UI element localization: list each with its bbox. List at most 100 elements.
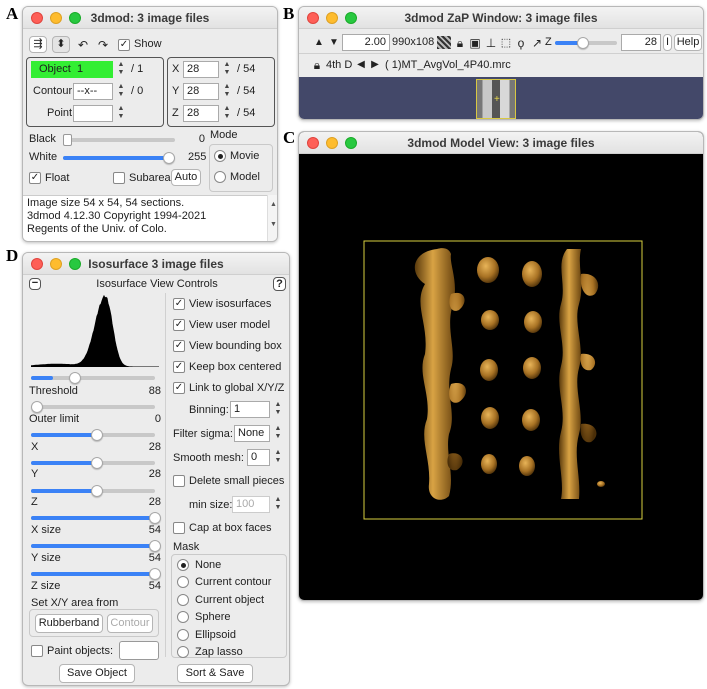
zap-z-field[interactable]: 28 [621,34,661,51]
info-text-area[interactable]: Image size 54 x 54, 54 sections. 3dmod 4… [23,195,267,241]
close-button[interactable] [31,258,43,270]
zap-image-thumbnail: + [476,79,516,119]
undo-icon[interactable]: ↶ [75,37,91,53]
arrow-icon[interactable]: ↗ [529,35,545,51]
min-size-field[interactable]: 100 [232,496,270,513]
zoom-up-icon[interactable]: ▲ [311,35,327,51]
zoom-button[interactable] [345,137,357,149]
outer-limit-slider[interactable] [31,401,155,413]
time-lock-icon[interactable]: 🔒︎ [309,57,325,73]
lock-icon[interactable]: 🔒︎ [452,35,468,51]
keep-box-centered-label: Keep box centered [189,361,282,373]
keep-box-centered-checkbox[interactable]: ✓ [173,361,185,373]
mask-current-contour-radio[interactable] [177,576,189,588]
auto-button[interactable]: Auto [171,169,201,186]
zoom-button[interactable] [69,12,81,24]
zap-time-button[interactable]: I [663,34,672,51]
mask-none-radio[interactable] [177,559,189,571]
close-button[interactable] [31,12,43,24]
point-spinner[interactable]: ▲ ▼ [115,105,127,122]
black-slider[interactable] [63,134,175,146]
mask-current-object-radio[interactable] [177,594,189,606]
y-spinner[interactable]: ▲ ▼ [221,83,233,100]
cap-box-faces-checkbox[interactable] [173,522,185,534]
contour-number-field[interactable]: --x-- [73,83,113,100]
view-bounding-box-checkbox[interactable]: ✓ [173,340,185,352]
delete-small-checkbox[interactable] [173,475,185,487]
view-user-model-checkbox[interactable]: ✓ [173,319,185,331]
zap-image-area[interactable]: + [299,77,703,119]
interpolation-icon[interactable] [437,36,451,49]
filter-sigma-spinner[interactable]: ▲ ▼ [272,425,284,442]
binning-spinner[interactable]: ▲ ▼ [272,401,284,418]
zoom-button[interactable] [69,258,81,270]
binning-field[interactable]: 1 [230,401,270,418]
paint-objects-checkbox[interactable] [31,645,43,657]
close-button[interactable] [307,12,319,24]
info-scrollbar[interactable]: ▲ ▼ [267,195,277,241]
z-size-slider[interactable] [31,568,161,580]
info-window-titlebar[interactable]: 3dmod: 3 image files [23,7,277,29]
isosurface-titlebar[interactable]: Isosurface 3 image files [23,253,289,275]
redo-icon[interactable]: ↷ [95,37,111,53]
contour-spinner[interactable]: ▲ ▼ [115,83,127,100]
float-checkbox[interactable]: ✓ [29,172,41,184]
rubberband-icon[interactable]: ⬚ [498,35,514,51]
panel-letter-c: C [283,128,296,147]
z-slider[interactable] [31,485,155,497]
show-checkbox[interactable]: ✓ [118,39,130,51]
zap-window-titlebar[interactable]: 3dmod ZaP Window: 3 image files [299,7,703,29]
point-number-field[interactable] [73,105,113,122]
mask-ellipsoid-radio[interactable] [177,629,189,641]
smooth-mesh-field[interactable]: 0 [247,449,270,466]
centering-icon[interactable]: ▣ [467,35,483,51]
y-slider[interactable] [31,457,155,469]
sort-save-button[interactable]: Sort & Save [177,664,253,683]
x-size-slider[interactable] [31,512,161,524]
filter-sigma-field[interactable]: None [234,425,270,442]
movie-radio[interactable] [214,150,226,162]
y-field[interactable]: 28 [183,83,219,100]
minimize-button[interactable] [50,258,62,270]
model-radio[interactable] [214,171,226,183]
x-spinner[interactable]: ▲ ▼ [221,61,233,78]
minimize-button[interactable] [50,12,62,24]
help-button[interactable]: Help [674,34,702,51]
paint-color-swatch[interactable] [119,641,159,660]
view-isosurfaces-checkbox[interactable]: ✓ [173,298,185,310]
close-button[interactable] [307,137,319,149]
z-spinner[interactable]: ▲ ▼ [221,105,233,122]
mask-zap-lasso-radio[interactable] [177,646,189,658]
z-field[interactable]: 28 [183,105,219,122]
white-slider[interactable] [63,152,175,164]
keep-centered-icon[interactable]: ⊥ [483,35,499,51]
movie-snapshot-button[interactable]: ⇶ [29,36,47,53]
lasso-icon[interactable]: ϙ [513,35,529,51]
raise-windows-button[interactable]: ⬍ [52,36,70,53]
y-size-label: Y size [31,552,61,564]
model-view-titlebar[interactable]: 3dmod Model View: 3 image files [299,132,703,154]
zoom-field[interactable]: 2.00 [342,34,390,51]
zoom-down-icon[interactable]: ▼ [326,35,342,51]
y-size-slider[interactable] [31,540,161,552]
isosurface-render[interactable] [299,154,704,601]
help-question-button[interactable]: ? [273,277,286,291]
x-field[interactable]: 28 [183,61,219,78]
zoom-button[interactable] [345,12,357,24]
next-time-icon[interactable]: ▶ [367,57,383,73]
x-slider[interactable] [31,429,155,441]
smooth-mesh-spinner[interactable]: ▲ ▼ [272,449,284,466]
minimize-button[interactable] [326,12,338,24]
min-size-spinner[interactable]: ▲ ▼ [272,496,284,513]
subarea-checkbox[interactable] [113,172,125,184]
object-number-field[interactable]: 1 [73,61,113,78]
save-object-button[interactable]: Save Object [59,664,135,683]
link-global-checkbox[interactable]: ✓ [173,382,185,394]
mask-sphere-radio[interactable] [177,611,189,623]
rubberband-button[interactable]: Rubberband [35,614,103,633]
contour-button[interactable]: Contour [107,614,153,633]
minimize-button[interactable] [326,137,338,149]
threshold-slider[interactable] [31,372,155,384]
zap-z-slider[interactable] [555,37,617,49]
object-spinner[interactable]: ▲ ▼ [115,61,127,78]
